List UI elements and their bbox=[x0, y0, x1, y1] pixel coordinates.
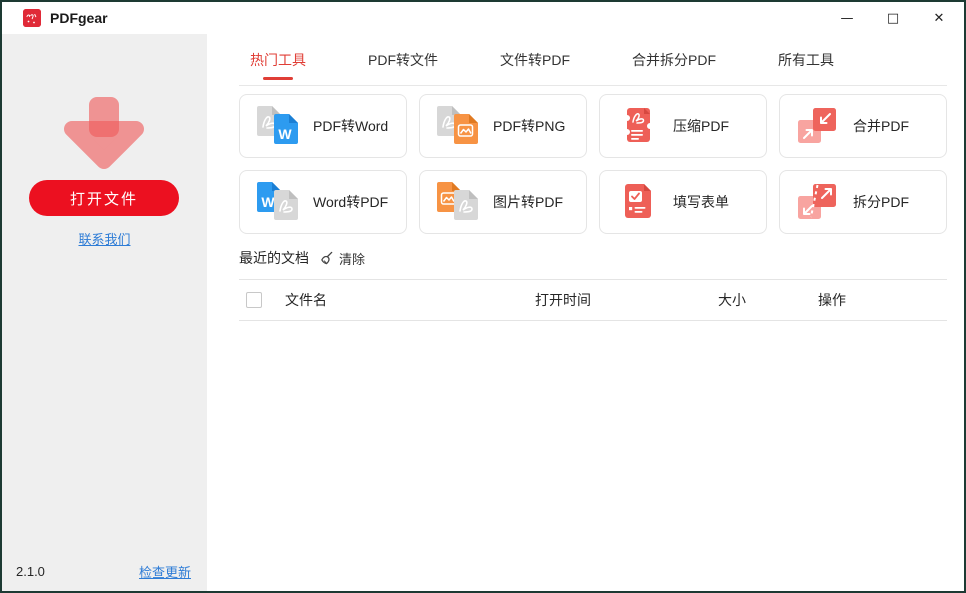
tab-all-tools[interactable]: 所有工具 bbox=[776, 34, 836, 85]
tool-card-split-pdf[interactable]: 拆分PDF bbox=[779, 170, 947, 234]
titlebar: PDFgear — □ ✕ bbox=[2, 2, 964, 34]
tools-grid: PDF转Word PDF转PNG 压缩PDF 合并PDF Word转PDF 图片… bbox=[239, 94, 947, 234]
minimize-button[interactable]: — bbox=[824, 2, 870, 34]
tool-card-image-to-pdf[interactable]: 图片转PDF bbox=[419, 170, 587, 234]
tool-card-pdf-to-png[interactable]: PDF转PNG bbox=[419, 94, 587, 158]
tool-card-label: 图片转PDF bbox=[493, 194, 563, 210]
fill-form-icon bbox=[616, 182, 660, 222]
window-title: PDFgear bbox=[50, 10, 108, 26]
pdfgear-logo-icon bbox=[23, 9, 41, 27]
tab-pdf-to-file[interactable]: PDF转文件 bbox=[366, 34, 440, 85]
main-area: 热门工具 PDF转文件 文件转PDF 合并拆分PDF 所有工具 PDF转Word… bbox=[207, 34, 964, 591]
tool-card-merge-pdf[interactable]: 合并PDF bbox=[779, 94, 947, 158]
tab-label: PDF转文件 bbox=[368, 51, 438, 68]
tool-card-compress-pdf[interactable]: 压缩PDF bbox=[599, 94, 767, 158]
tab-label: 合并拆分PDF bbox=[632, 51, 716, 68]
pdf-to-word-icon bbox=[256, 106, 300, 146]
tool-card-label: PDF转PNG bbox=[493, 118, 566, 134]
open-file-button[interactable]: 打开文件 bbox=[29, 180, 179, 216]
tab-hot-tools[interactable]: 热门工具 bbox=[248, 34, 308, 85]
maximize-button[interactable]: □ bbox=[870, 2, 916, 34]
check-update-link[interactable]: 检查更新 bbox=[139, 562, 191, 581]
column-size: 大小 bbox=[718, 292, 746, 308]
broom-icon bbox=[319, 251, 334, 266]
recent-docs-table-header: 文件名 打开时间 大小 操作 bbox=[239, 279, 947, 321]
tab-label: 热门工具 bbox=[250, 51, 306, 68]
tool-tabs: 热门工具 PDF转文件 文件转PDF 合并拆分PDF 所有工具 bbox=[239, 34, 947, 86]
tool-card-label: 压缩PDF bbox=[673, 118, 729, 134]
image-to-pdf-icon bbox=[436, 182, 480, 222]
select-all-checkbox[interactable] bbox=[246, 292, 262, 308]
tool-card-pdf-to-word[interactable]: PDF转Word bbox=[239, 94, 407, 158]
tab-merge-split-pdf[interactable]: 合并拆分PDF bbox=[630, 34, 718, 85]
column-filename: 文件名 bbox=[285, 292, 327, 308]
version-label: 2.1.0 bbox=[16, 564, 45, 579]
recent-docs-empty-area bbox=[239, 321, 947, 591]
tool-card-label: 合并PDF bbox=[853, 118, 909, 134]
app-window: PDFgear — □ ✕ 打开文件 联系我们 2.1.0 检查更新 热门工具 … bbox=[0, 0, 966, 593]
column-open-time: 打开时间 bbox=[535, 292, 591, 308]
download-arrow-icon bbox=[56, 97, 152, 180]
recent-docs-header: 最近的文档 清除 bbox=[239, 248, 947, 268]
tool-card-fill-form[interactable]: 填写表单 bbox=[599, 170, 767, 234]
merge-pdf-icon bbox=[796, 106, 840, 146]
tool-card-label: 拆分PDF bbox=[853, 194, 909, 210]
contact-us-link[interactable]: 联系我们 bbox=[78, 232, 130, 247]
word-to-pdf-icon bbox=[256, 182, 300, 222]
tool-card-label: PDF转Word bbox=[313, 118, 389, 134]
tab-label: 所有工具 bbox=[778, 51, 834, 68]
clear-label: 清除 bbox=[339, 251, 366, 267]
column-action: 操作 bbox=[818, 292, 846, 308]
tool-card-word-to-pdf[interactable]: Word转PDF bbox=[239, 170, 407, 234]
tool-card-label: Word转PDF bbox=[313, 194, 389, 210]
tab-file-to-pdf[interactable]: 文件转PDF bbox=[498, 34, 572, 85]
clear-recent-button[interactable]: 清除 bbox=[319, 249, 365, 268]
sidebar: 打开文件 联系我们 2.1.0 检查更新 bbox=[2, 34, 207, 591]
close-button[interactable]: ✕ bbox=[916, 2, 962, 34]
compress-pdf-icon bbox=[616, 106, 660, 146]
pdf-to-png-icon bbox=[436, 106, 480, 146]
split-pdf-icon bbox=[796, 182, 840, 222]
tool-card-label: 填写表单 bbox=[673, 194, 729, 210]
tab-label: 文件转PDF bbox=[500, 51, 570, 68]
recent-docs-title: 最近的文档 bbox=[239, 250, 309, 266]
